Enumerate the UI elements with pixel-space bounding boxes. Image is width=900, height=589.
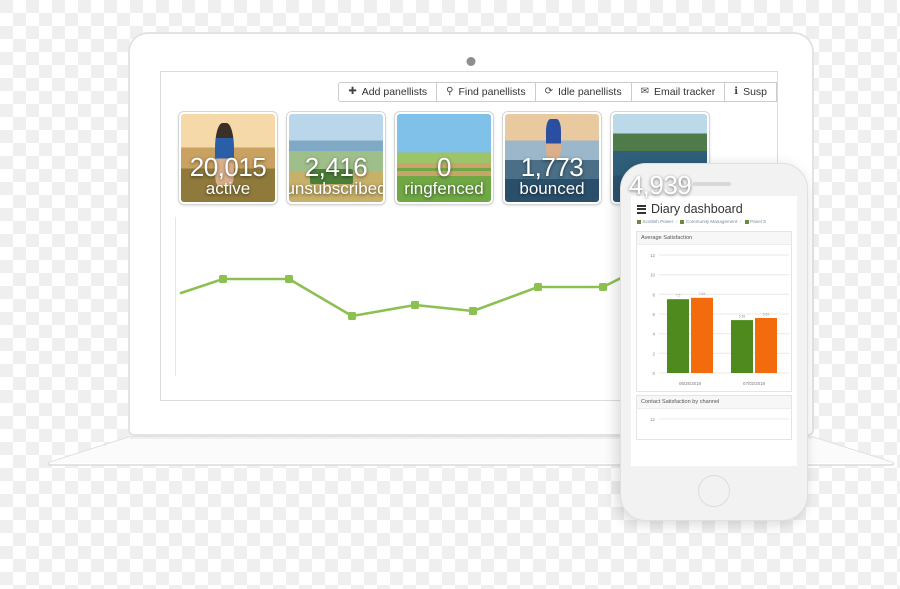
phone-device: Diary dashboard Scottish Power / Communi… (620, 163, 808, 521)
stat-tile-bounced[interactable]: 1,773 bounced (503, 112, 601, 204)
suspended-panellists-label: Susp (743, 86, 767, 98)
panellists-toolbar: ✚ Add panellists ⚲ Find panellists ⟳ Idl… (338, 82, 777, 102)
svg-text:5.59: 5.59 (763, 312, 770, 316)
svg-text:06/25/2018: 06/25/2018 (679, 381, 702, 386)
folder-icon (680, 219, 685, 224)
card-body: 12 10 8 6 4 2 0 7.5 7.64 5.38 5.59 06/25… (637, 245, 791, 391)
chart-y-ticks: 12 10 8 6 4 2 0 (650, 253, 655, 376)
info-circle-icon: ℹ (734, 86, 739, 97)
hamburger-icon[interactable] (637, 204, 646, 214)
stat-tile-active[interactable]: 20,015 active (179, 112, 277, 204)
stat-label: bounced (519, 179, 585, 199)
card-title: Contact Satisfaction by channel (637, 396, 791, 409)
bar-orange-1[interactable] (691, 297, 713, 373)
card-title: Average Satisfaction (637, 232, 791, 245)
breadcrumb-separator: / (676, 219, 678, 224)
stat-value: 1,773 (520, 152, 584, 183)
envelope-icon: ✉ (640, 86, 649, 97)
breadcrumb-label: Scottish Power (642, 219, 674, 224)
bar-orange-2[interactable] (755, 318, 777, 373)
card-contact-satisfaction: Contact Satisfaction by channel 12 (636, 395, 792, 440)
svg-text:8: 8 (653, 292, 656, 297)
breadcrumb-label: Panel S (750, 219, 767, 224)
svg-text:7.64: 7.64 (699, 292, 706, 296)
phone-speaker-icon (693, 182, 731, 186)
stat-label: unsubscribed (287, 179, 385, 199)
svg-text:0: 0 (653, 371, 656, 376)
breadcrumb-item-scottish-power[interactable]: Scottish Power (637, 219, 673, 224)
laptop-camera-icon (466, 57, 476, 66)
refresh-icon: ⟳ (544, 86, 553, 97)
bar-green-2[interactable] (731, 320, 753, 373)
stat-value: 20,015 (189, 152, 267, 183)
phone-home-button[interactable] (698, 475, 730, 507)
breadcrumb-item-community-management[interactable]: Community Management (680, 219, 737, 224)
search-icon: ⚲ (446, 86, 454, 97)
stat-tile-unsubscribed[interactable]: 2,416 unsubscribed (287, 112, 385, 204)
svg-text:12: 12 (650, 253, 655, 258)
svg-text:6: 6 (653, 312, 656, 317)
email-tracker-button[interactable]: ✉ Email tracker (630, 82, 726, 102)
panel-icon (744, 219, 749, 224)
breadcrumb-label: Community Management (685, 219, 738, 224)
svg-text:4: 4 (653, 332, 656, 337)
breadcrumb-separator: / (740, 219, 742, 224)
phone-screen: Diary dashboard Scottish Power / Communi… (631, 196, 797, 466)
average-satisfaction-chart: 12 10 8 6 4 2 0 7.5 7.64 5.38 5.59 06/25… (650, 253, 789, 386)
contact-satisfaction-chart: 12 (650, 417, 789, 422)
svg-text:2: 2 (653, 351, 656, 356)
building-icon (637, 219, 641, 224)
svg-text:10: 10 (650, 273, 655, 278)
plus-icon: ✚ (348, 86, 357, 97)
card-average-satisfaction: Average Satisfaction 12 10 8 6 4 2 0 7.5… (636, 231, 792, 392)
find-panellists-label: Find panellists (458, 86, 526, 98)
breadcrumb-item-panel-s[interactable]: Panel S (744, 219, 767, 224)
mockup-stage: ✚ Add panellists ⚲ Find panellists ⟳ Idl… (0, 0, 900, 589)
stat-value: 2,416 (304, 152, 368, 183)
stat-label: active (205, 179, 251, 199)
stat-tile-ringfenced[interactable]: 0 ringfenced (395, 112, 493, 204)
stat-label: ringfenced (404, 179, 484, 199)
stat-tiles: 20,015 active 2,416 unsubscribed 0 ringf… (179, 112, 709, 204)
find-panellists-button[interactable]: ⚲ Find panellists (436, 82, 536, 102)
add-panellists-button[interactable]: ✚ Add panellists (338, 82, 438, 102)
idle-panellists-button[interactable]: ⟳ Idle panellists (534, 82, 632, 102)
chart-x-labels: 06/25/2018 07/02/2018 (679, 381, 766, 386)
svg-text:7.5: 7.5 (676, 294, 681, 298)
stat-value: 0 (437, 152, 451, 183)
idle-panellists-label: Idle panellists (557, 86, 622, 98)
svg-text:5.38: 5.38 (739, 315, 746, 319)
breadcrumb: Scottish Power / Community Management / … (631, 218, 797, 228)
bar-green-1[interactable] (667, 299, 689, 373)
suspended-panellists-button[interactable]: ℹ Susp (724, 82, 777, 102)
card-body: 12 (637, 409, 791, 439)
chart-y-tick: 12 (650, 417, 655, 422)
stat-value: 4,939 (628, 170, 692, 201)
add-panellists-label: Add panellists (361, 86, 428, 98)
email-tracker-label: Email tracker (653, 86, 716, 98)
svg-text:07/02/2018: 07/02/2018 (743, 381, 766, 386)
chart-data-labels: 7.5 7.64 5.38 5.59 (676, 292, 770, 319)
page-title: Diary dashboard (651, 202, 743, 216)
